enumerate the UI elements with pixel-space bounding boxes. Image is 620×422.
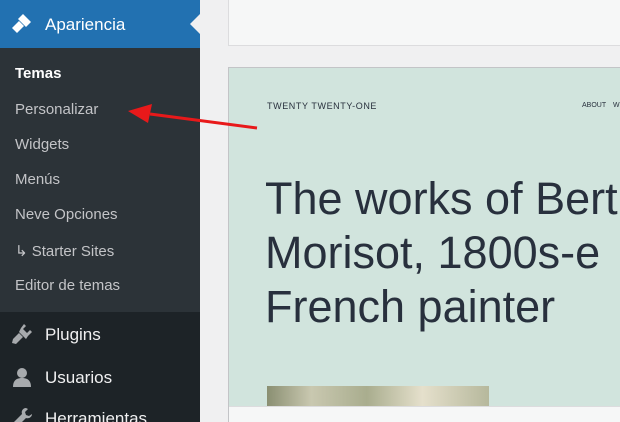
- menu-item-usuarios[interactable]: Usuarios: [0, 357, 200, 397]
- menu-label-herramientas: Herramientas: [45, 409, 148, 422]
- plugin-icon: [12, 324, 32, 344]
- submenu-item-starter-sites[interactable]: ↳ Starter Sites: [15, 242, 114, 260]
- user-icon: [13, 368, 31, 387]
- submenu-item-menus[interactable]: Menús: [15, 171, 60, 188]
- menu-label-plugins: Plugins: [45, 325, 101, 344]
- paintbrush-icon: [12, 14, 31, 33]
- submenu-item-personalizar[interactable]: Personalizar: [15, 101, 98, 118]
- preview-painting-image: [267, 386, 489, 406]
- headline-line: Morisot, 1800s-e: [265, 227, 601, 278]
- submenu-item-neve-opciones[interactable]: Neve Opciones: [15, 206, 118, 223]
- headline-line: The works of Bert: [265, 173, 618, 224]
- submenu-item-widgets[interactable]: Widgets: [15, 136, 69, 153]
- menu-item-plugins[interactable]: Plugins: [0, 314, 200, 354]
- preview-site-title: TWENTY TWENTY-ONE: [267, 101, 378, 111]
- menu-label-usuarios: Usuarios: [45, 368, 113, 387]
- submenu-item-temas[interactable]: Temas: [15, 65, 61, 82]
- current-menu-notch: [190, 14, 200, 34]
- menu-label-apariencia: Apariencia: [45, 15, 126, 34]
- theme-preview-card[interactable]: TWENTY TWENTY-ONE ABOUT WO The works of …: [228, 67, 620, 422]
- theme-card-top[interactable]: [228, 0, 620, 46]
- preview-headline: The works of Bert Morisot, 1800s-e Frenc…: [265, 172, 618, 334]
- menu-item-apariencia[interactable]: Apariencia: [0, 0, 200, 48]
- menu-item-herramientas[interactable]: Herramientas: [0, 398, 200, 422]
- theme-card-footer: [229, 406, 620, 422]
- headline-line: French painter: [265, 281, 556, 332]
- preview-nav-works: WO: [613, 102, 620, 109]
- submenu-item-editor-de-temas[interactable]: Editor de temas: [15, 277, 120, 294]
- apariencia-submenu: Temas Personalizar Widgets Menús Neve Op…: [0, 48, 200, 312]
- main-content: TWENTY TWENTY-ONE ABOUT WO The works of …: [200, 0, 620, 422]
- preview-nav-about: ABOUT: [582, 102, 607, 109]
- wrench-icon: [14, 408, 32, 422]
- admin-sidebar: Apariencia Temas Personalizar Widgets Me…: [0, 0, 200, 422]
